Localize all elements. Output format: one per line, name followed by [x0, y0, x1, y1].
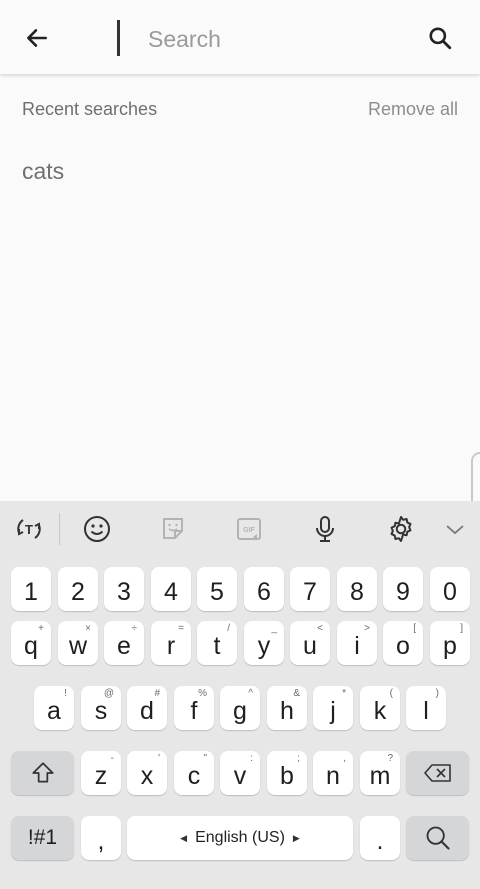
key-p[interactable]: ] p — [430, 621, 470, 665]
key-c[interactable]: " c — [174, 751, 214, 795]
key-h[interactable]: & h — [267, 686, 307, 730]
language-label: English (US) — [195, 829, 285, 846]
symbols-key[interactable]: !#1 — [11, 816, 74, 860]
key-7[interactable]: 7 — [290, 567, 330, 611]
key-f[interactable]: % f — [174, 686, 214, 730]
key-b[interactable]: ; b — [267, 751, 307, 795]
remove-all-button[interactable]: Remove all — [368, 99, 458, 120]
key-x[interactable]: ' x — [127, 751, 167, 795]
toolbar-divider — [59, 513, 60, 545]
translate-icon[interactable]: T — [11, 511, 47, 547]
key-e[interactable]: ÷ e — [104, 621, 144, 665]
key-0[interactable]: 0 — [430, 567, 470, 611]
text-cursor — [117, 20, 120, 56]
key-9[interactable]: 9 — [383, 567, 423, 611]
key-6[interactable]: 6 — [244, 567, 284, 611]
collapse-chevron-icon[interactable] — [437, 511, 473, 547]
comma-key[interactable]: , — [81, 816, 121, 860]
key-j[interactable]: * j — [313, 686, 353, 730]
key-q[interactable]: + q — [11, 621, 51, 665]
key-w[interactable]: × w — [58, 621, 98, 665]
microphone-icon[interactable] — [307, 511, 343, 547]
key-8[interactable]: 8 — [337, 567, 377, 611]
recent-searches-title: Recent searches — [22, 99, 158, 119]
shift-icon — [31, 762, 54, 783]
search-input[interactable] — [148, 18, 398, 60]
key-n[interactable]: ,n — [313, 751, 353, 795]
key-s[interactable]: @ s — [81, 686, 121, 730]
key-4[interactable]: 4 — [151, 567, 191, 611]
key-v[interactable]: :v — [220, 751, 260, 795]
key-i[interactable]: > i — [337, 621, 377, 665]
settings-icon[interactable] — [383, 511, 419, 547]
shift-key[interactable] — [11, 751, 74, 795]
search-bar — [0, 0, 480, 74]
keyboard: T GIF 1 2 3 4 5 6 7 8 9 0 + q × w ÷ e = … — [0, 501, 480, 889]
key-k[interactable]: (k — [360, 686, 400, 730]
key-y[interactable]: _ y — [244, 621, 284, 665]
emoji-icon[interactable] — [79, 511, 115, 547]
backspace-key[interactable] — [406, 751, 469, 795]
key-2[interactable]: 2 — [58, 567, 98, 611]
key-o[interactable]: [o — [383, 621, 423, 665]
recent-search-item[interactable]: cats — [22, 158, 64, 185]
key-a[interactable]: ! a — [34, 686, 74, 730]
key-r[interactable]: = r — [151, 621, 191, 665]
keyboard-toolbar: T GIF — [0, 501, 480, 557]
svg-text:GIF: GIF — [243, 527, 255, 534]
language-right-arrow-icon: ▶ — [292, 832, 300, 843]
key-3[interactable]: 3 — [104, 567, 144, 611]
key-u[interactable]: < u — [290, 621, 330, 665]
key-l[interactable]: ) l — [406, 686, 446, 730]
sticker-icon[interactable] — [155, 511, 191, 547]
search-icon — [429, 27, 452, 50]
key-1[interactable]: 1 — [11, 567, 51, 611]
back-button[interactable] — [14, 18, 60, 58]
backspace-icon — [423, 764, 451, 782]
svg-text:T: T — [25, 522, 33, 537]
key-g[interactable]: ^ g — [220, 686, 260, 730]
back-arrow-icon — [27, 29, 47, 47]
key-d[interactable]: # d — [127, 686, 167, 730]
search-key[interactable] — [406, 816, 469, 860]
search-icon — [426, 826, 450, 850]
gif-icon[interactable]: GIF — [231, 511, 267, 547]
key-5[interactable]: 5 — [197, 567, 237, 611]
language-left-arrow-icon: ◀ — [180, 832, 188, 843]
period-key[interactable]: . — [360, 816, 400, 860]
key-m[interactable]: ? m — [360, 751, 400, 795]
space-key[interactable]: ◀ English (US) ▶ — [127, 816, 353, 860]
search-button[interactable] — [418, 18, 462, 58]
key-t[interactable]: / t — [197, 621, 237, 665]
key-z[interactable]: -z — [81, 751, 121, 795]
